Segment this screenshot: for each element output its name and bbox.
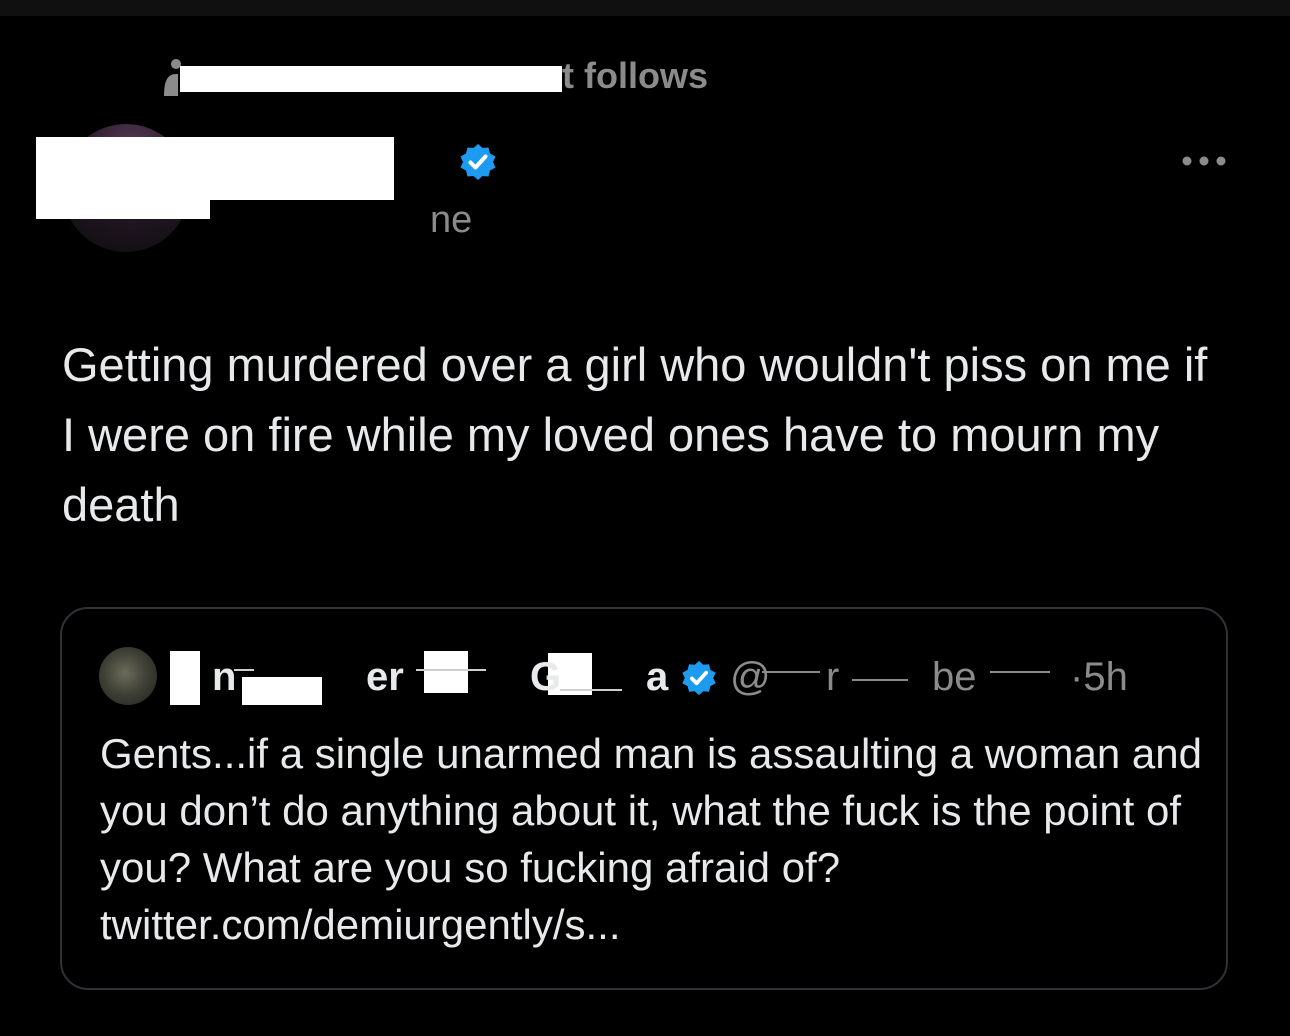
- quoted-avatar: [99, 647, 157, 705]
- scribble-line: [852, 679, 908, 681]
- quoted-handle-fragment: be: [932, 655, 977, 699]
- scribble-line: [416, 669, 486, 671]
- verified-badge-icon: [460, 144, 496, 180]
- redaction-box: [170, 651, 200, 705]
- status-bar: [0, 0, 1290, 16]
- social-context-text: t follows: [562, 55, 708, 96]
- scribble-line: [990, 671, 1050, 673]
- quoted-header: n er G a @ r be ·5h: [170, 649, 1210, 705]
- quoted-name-fragment: er: [366, 655, 404, 699]
- quoted-text: Gents...if a single unarmed man is assau…: [100, 730, 1202, 948]
- more-options-icon[interactable]: [1178, 148, 1230, 174]
- scribble-line: [762, 671, 820, 673]
- quoted-name-fragment: a: [646, 655, 669, 699]
- quoted-name-fragment: G: [530, 655, 562, 699]
- redaction-box: [424, 651, 468, 693]
- quoted-name-fragment: n: [212, 655, 237, 699]
- quoted-handle-fragment: @: [730, 655, 771, 699]
- redaction-bar: [180, 66, 562, 92]
- author-handle[interactable]: ne: [430, 198, 472, 242]
- verified-badge-icon: [682, 660, 716, 696]
- scribble-line: [560, 689, 622, 691]
- handle-redaction: [210, 200, 430, 240]
- quoted-handle-fragment: r: [826, 655, 840, 699]
- quoted-tweet-card[interactable]: n er G a @ r be ·5h Gents...if a single …: [60, 607, 1228, 990]
- scribble-line: [234, 669, 254, 671]
- redaction-box: [242, 677, 322, 705]
- quoted-timestamp[interactable]: ·5h: [1070, 649, 1128, 705]
- tweet-text: Getting murdered over a girl who wouldn'…: [62, 338, 1208, 531]
